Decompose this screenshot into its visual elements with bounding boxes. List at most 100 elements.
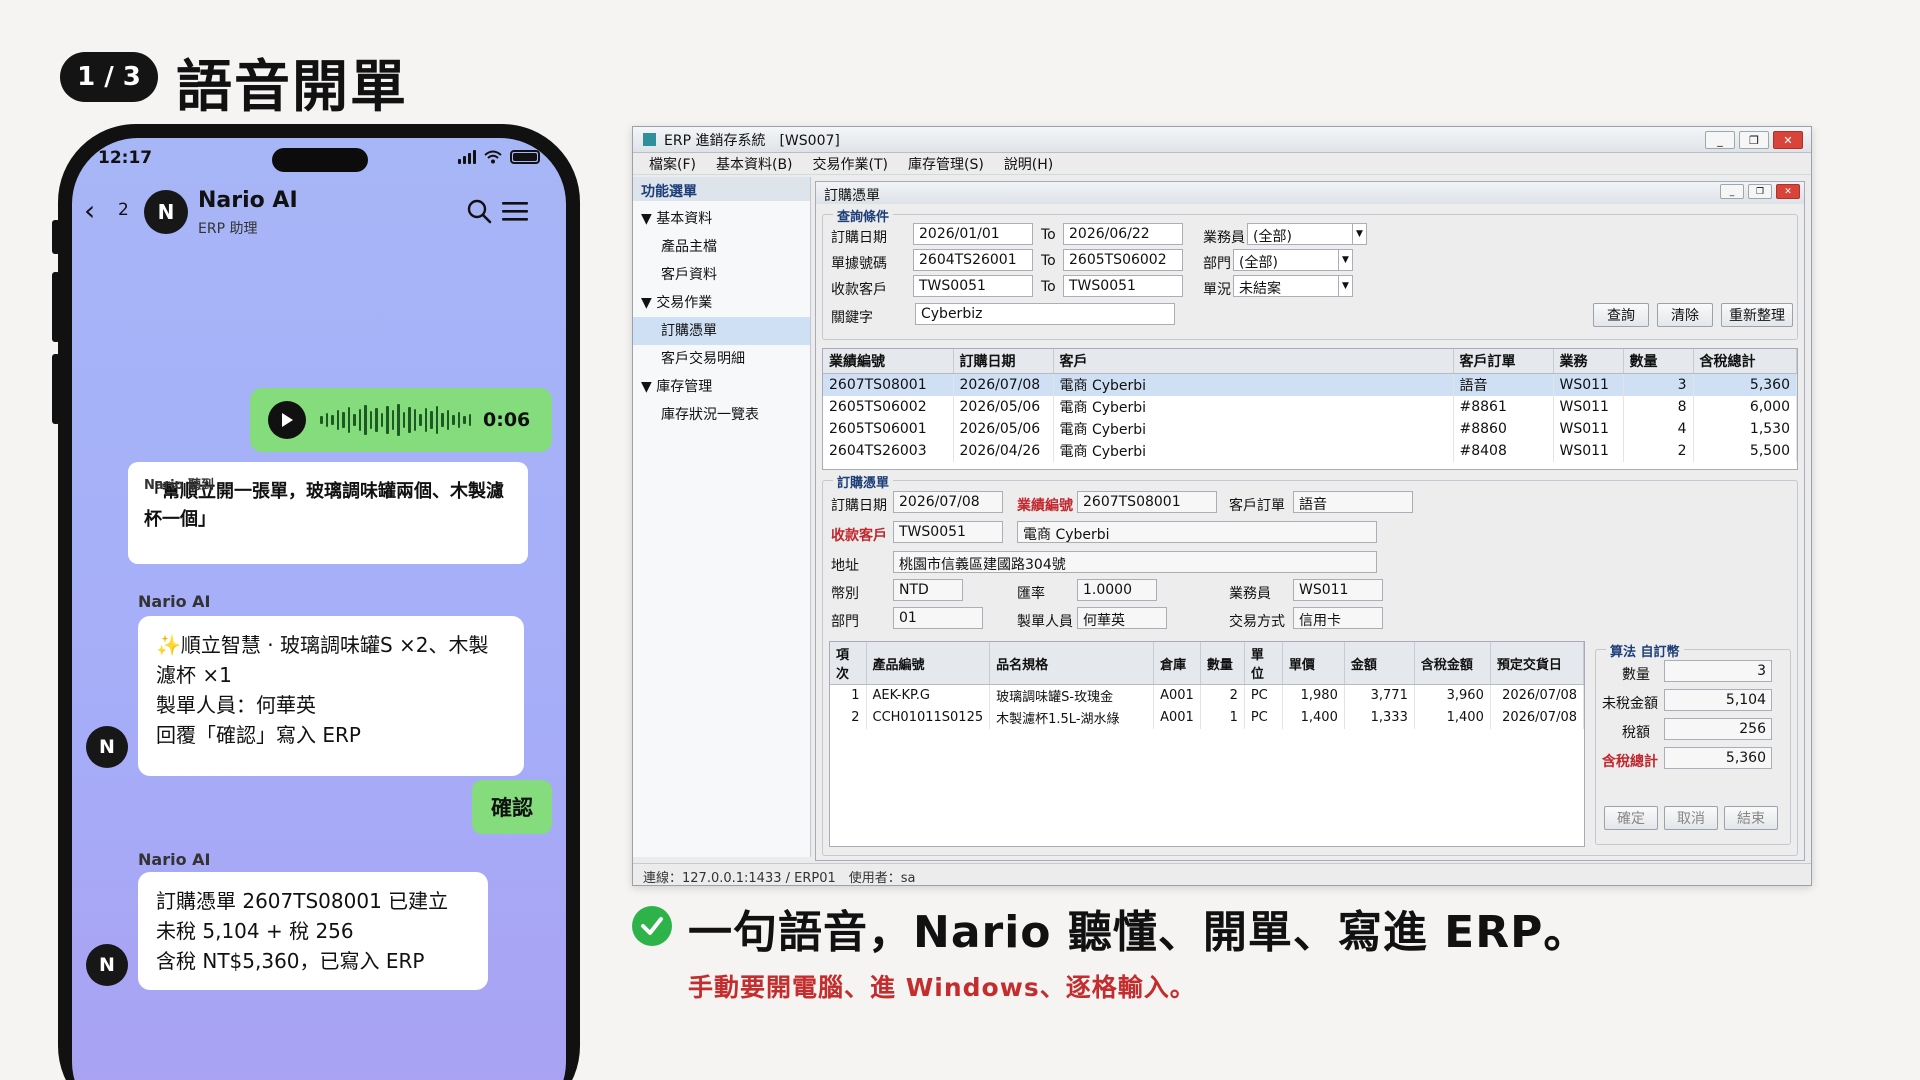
customer-code-field[interactable]: TWS0051 [893, 521, 1003, 543]
sub-minimize-button[interactable]: _ [1720, 184, 1744, 199]
column-header[interactable]: 項次 [830, 642, 867, 685]
label: 訂購日期 [831, 230, 887, 246]
menu-basic-data[interactable]: 基本資料(B) [716, 154, 793, 174]
doc-no-from-input[interactable]: 2604TS26001 [913, 249, 1033, 271]
label: 收款客戶 [831, 528, 887, 544]
cell: AEK-KP.G [866, 684, 991, 707]
sidebar-item-stock-list[interactable]: 庫存狀況一覽表 [633, 401, 810, 429]
sub-maximize-button[interactable]: ❐ [1748, 184, 1772, 199]
column-header[interactable]: 數量 [1200, 642, 1245, 685]
waveform [320, 403, 471, 437]
address-field[interactable]: 桃園市信義區建國路304號 [893, 551, 1377, 573]
cell: 電商 Cyberbi [1053, 418, 1454, 440]
dept-select[interactable]: (全部) ▼ [1233, 249, 1353, 271]
clear-button[interactable]: 清除 [1657, 303, 1713, 327]
sidebar-item-products[interactable]: 產品主檔 [633, 233, 810, 261]
sales-select[interactable]: (全部) ▼ [1247, 223, 1367, 245]
sidebar-item-purchase-order[interactable]: 訂購憑單 [633, 317, 810, 345]
customer-name-field[interactable]: 電商 Cyberbi [1017, 521, 1377, 543]
column-header[interactable]: 訂購日期 [953, 349, 1054, 374]
table-row[interactable]: 2 CCH01011S0125 木製濾杯1.5L-湖水綠 A001 1 PC 1,400 1,… [830, 706, 1584, 729]
cell: #8408 [1453, 440, 1554, 462]
sidebar-group-inventory[interactable]: ▼ 庫存管理 [633, 373, 810, 401]
column-header[interactable]: 單價 [1282, 642, 1345, 685]
chevron-down-icon[interactable]: ▼ [1352, 224, 1366, 244]
signal-icon [458, 150, 476, 164]
cell: PC [1244, 684, 1283, 707]
window-titlebar[interactable]: ERP 進銷存系統 [WS007] _ ❐ ✕ [633, 127, 1811, 153]
phone-screen: 12:17 ‹ 2 N Nario AI ERP 助理 0:06 Nario 聽… [72, 138, 566, 1080]
column-header[interactable]: 含稅總計 [1693, 349, 1797, 374]
play-icon[interactable] [268, 401, 306, 439]
sidebar-group-basic[interactable]: ▼ 基本資料 [633, 205, 810, 233]
order-date-to-input[interactable]: 2026/06/22 [1063, 223, 1183, 245]
qty-total-field[interactable]: 3 [1664, 660, 1772, 682]
maximize-button[interactable]: ❐ [1739, 131, 1769, 149]
refresh-button[interactable]: 重新整理 [1721, 303, 1793, 327]
dept-field[interactable]: 01 [893, 607, 983, 629]
cell: 2 [1623, 440, 1694, 462]
menu-inventory[interactable]: 庫存管理(S) [908, 154, 984, 174]
column-header[interactable]: 產品編號 [866, 642, 991, 685]
order-date-from-input[interactable]: 2026/01/01 [913, 223, 1033, 245]
avatar[interactable]: N [144, 190, 188, 234]
table-row[interactable]: 1 AEK-KP.G 玻璃調味罐S-玫瑰金 A001 2 PC 1,980 3,771 3,96… [830, 684, 1584, 707]
chevron-down-icon[interactable]: ▼ [1338, 250, 1352, 270]
column-header[interactable]: 客戶訂單 [1453, 349, 1554, 374]
status-select[interactable]: 未結案 ▼ [1233, 275, 1353, 297]
cust-order-field[interactable]: 語音 [1293, 491, 1413, 513]
close-button[interactable]: ✕ [1773, 131, 1803, 149]
sidebar-group-transactions[interactable]: ▼ 交易作業 [633, 289, 810, 317]
cell: 語音 [1453, 373, 1554, 396]
column-header[interactable]: 數量 [1623, 349, 1694, 374]
chevron-down-icon[interactable]: ▼ [1338, 276, 1352, 296]
column-header[interactable]: 倉庫 [1153, 642, 1201, 685]
sidebar-item-customer-details[interactable]: 客戶交易明細 [633, 345, 810, 373]
back-icon[interactable]: ‹ [84, 194, 95, 227]
sales-field[interactable]: WS011 [1293, 579, 1383, 601]
currency-field[interactable]: NTD [893, 579, 963, 601]
maker-field[interactable]: 何華英 [1077, 607, 1167, 629]
customer-to-input[interactable]: TWS0051 [1063, 275, 1183, 297]
payment-field[interactable]: 信用卡 [1293, 607, 1383, 629]
tax-field[interactable]: 256 [1664, 718, 1772, 740]
column-header[interactable]: 業務 [1553, 349, 1624, 374]
customer-from-input[interactable]: TWS0051 [913, 275, 1033, 297]
column-header[interactable]: 含稅金額 [1414, 642, 1491, 685]
voice-message-bubble[interactable]: 0:06 [250, 388, 552, 452]
close-form-button[interactable]: 結束 [1724, 806, 1778, 830]
column-header[interactable]: 品名規格 [989, 642, 1155, 685]
menu-transactions[interactable]: 交易作業(T) [813, 154, 888, 174]
subwindow-titlebar[interactable]: 訂購憑單 _ ❐ ✕ [816, 182, 1804, 204]
cell: 5,500 [1693, 440, 1797, 462]
column-header[interactable]: 客戶 [1053, 349, 1454, 374]
grand-total-field[interactable]: 5,360 [1664, 747, 1772, 769]
hamburger-menu-icon[interactable] [502, 200, 528, 222]
column-header[interactable]: 金額 [1344, 642, 1415, 685]
cancel-button[interactable]: 取消 [1664, 806, 1718, 830]
column-header[interactable]: 預定交貨日 [1490, 642, 1584, 685]
table-row[interactable]: 2605TS06001 2026/05/06 電商 Cyberbi #8860 WS01… [823, 418, 1797, 440]
keyword-input[interactable]: Cyberbiz [915, 303, 1175, 325]
rate-field[interactable]: 1.0000 [1077, 579, 1157, 601]
perf-no-field[interactable]: 2607TS08001 [1077, 491, 1217, 513]
column-header[interactable]: 業績編號 [823, 349, 954, 374]
transcription-card: Nario 聽到 「幫順立開一張單，玻璃調味罐兩個、木製濾杯一個」 [128, 462, 528, 564]
ok-button[interactable]: 確定 [1604, 806, 1658, 830]
search-icon[interactable] [466, 198, 492, 224]
menu-file[interactable]: 檔案(F) [649, 154, 696, 174]
menu-help[interactable]: 說明(H) [1004, 154, 1053, 174]
sub-close-button[interactable]: ✕ [1776, 184, 1800, 199]
table-row[interactable]: 2605TS06002 2026/05/06 電商 Cyberbi #8861 WS01… [823, 396, 1797, 418]
sidebar-item-customers[interactable]: 客戶資料 [633, 261, 810, 289]
minimize-button[interactable]: _ [1705, 131, 1735, 149]
cell: 玻璃調味罐S-玫瑰金 [989, 684, 1155, 707]
column-header[interactable]: 單位 [1244, 642, 1283, 685]
status-icons [458, 150, 540, 164]
query-button[interactable]: 查詢 [1593, 303, 1649, 327]
doc-no-to-input[interactable]: 2605TS06002 [1063, 249, 1183, 271]
table-row[interactable]: 2607TS08001 2026/07/08 電商 Cyberbi 語音 WS011 3 5… [823, 373, 1797, 396]
untaxed-total-field[interactable]: 5,104 [1664, 689, 1772, 711]
order-date-field[interactable]: 2026/07/08 [893, 491, 1003, 513]
table-row[interactable]: 2604TS26003 2026/04/26 電商 Cyberbi #8408 WS01… [823, 440, 1797, 462]
